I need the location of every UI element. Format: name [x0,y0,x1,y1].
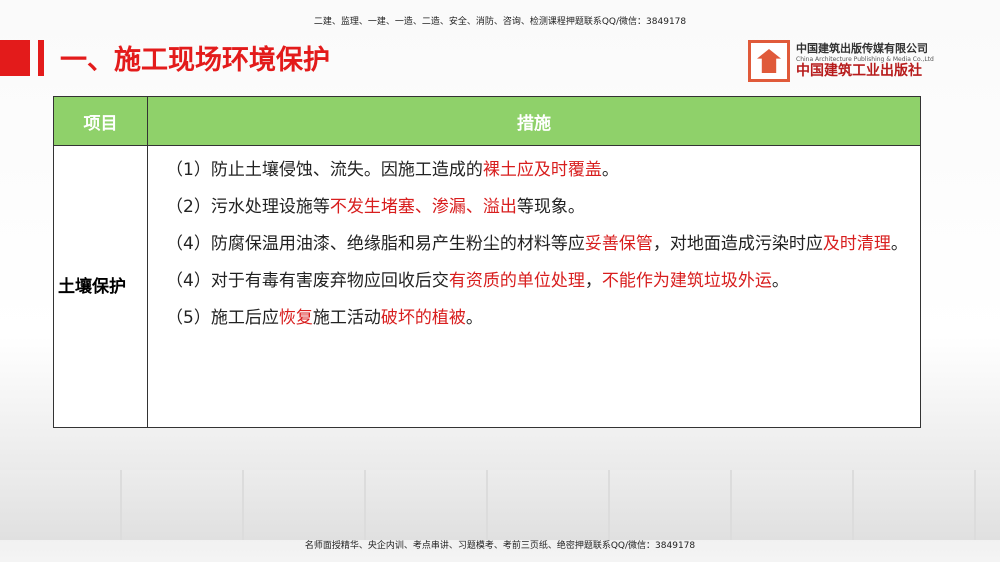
measure-text: 。 [890,234,908,254]
measure-text: 。 [465,308,483,328]
measure-text: （2）污水处理设施等 [166,197,330,217]
highlight-text: 妥善保管 [584,234,653,254]
measure-text: （4）对于有毒有害废弃物应回收后交 [166,271,449,291]
logo-en: China Architecture Publishing & Media Co… [796,55,934,63]
measure-item: （5）施工后应恢复施工活动破坏的植被。 [152,300,916,337]
publisher-logo: 中国建筑出版传媒有限公司 China Architecture Publishi… [748,40,934,82]
header-measures: 措施 [147,96,921,146]
header-item: 项目 [53,96,148,146]
measure-text: 。 [771,271,789,291]
measure-text: （1）防止土壤侵蚀、流失。因施工造成的 [166,160,483,180]
measures-table: 项目 措施 土壤保护 （1）防止土壤侵蚀、流失。因施工造成的裸土应及时覆盖。 （2… [53,96,921,428]
highlight-text: 有资质的单位处理 [448,271,585,291]
measure-text: ，对地面造成污染时应 [652,234,823,254]
highlight-text: 破坏的植被 [380,308,466,328]
measure-text: ， [584,271,602,291]
highlight-text: 不发生堵塞、渗漏、溢出 [329,197,517,217]
measure-text: （4）防腐保温用油漆、绝缘脂和易产生粉尘的材料等应 [166,234,585,254]
measure-text: （5）施工后应 [166,308,279,328]
highlight-text: 裸土应及时覆盖 [482,160,602,180]
accent-bar [0,40,30,76]
measure-text: 施工活动 [312,308,381,328]
accent-bar-thin [38,40,44,76]
category-cell: 土壤保护 [53,145,148,428]
highlight-text: 不能作为建筑垃圾外运 [601,271,772,291]
footer-note: 名师面授精华、央企内训、考点串讲、习题模考、考前三页纸、绝密押题联系QQ/微信：… [304,541,696,551]
top-note: 二建、监理、一建、一造、二造、安全、消防、咨询、检测课程押题联系QQ/微信：38… [313,17,687,27]
highlight-text: 恢复 [278,308,313,328]
measure-item: （4）防腐保温用油漆、绝缘脂和易产生粉尘的材料等应妥善保管，对地面造成污染时应及… [152,226,916,263]
measure-item: （1）防止土壤侵蚀、流失。因施工造成的裸土应及时覆盖。 [152,152,916,189]
measure-text: 。 [601,160,619,180]
publisher-logo-icon [748,40,790,82]
highlight-text: 及时清理 [822,234,891,254]
floor-decoration [0,470,1000,540]
slide-title: 一、施工现场环境保护 [60,45,330,76]
measure-item: （4）对于有毒有害废弃物应回收后交有资质的单位处理，不能作为建筑垃圾外运。 [152,263,916,300]
measure-item: （2）污水处理设施等不发生堵塞、渗漏、溢出等现象。 [152,189,916,226]
measure-text: 等现象。 [516,197,585,217]
logo-sub: 中国建筑工业出版社 [796,62,922,79]
logo-cn: 中国建筑出版传媒有限公司 [796,42,928,56]
measures-cell: （1）防止土壤侵蚀、流失。因施工造成的裸土应及时覆盖。 （2）污水处理设施等不发生… [147,145,921,428]
